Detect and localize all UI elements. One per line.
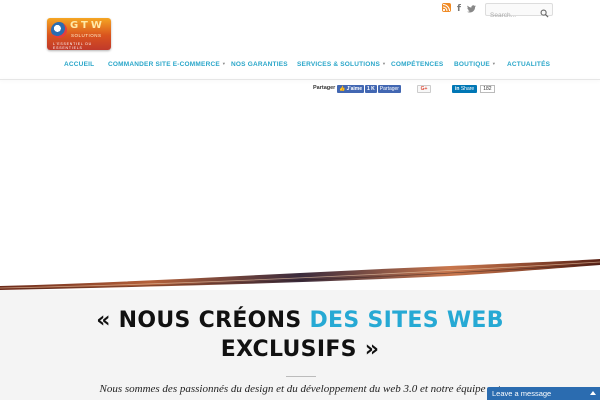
nav-item-commander[interactable]: COMMANDER SITE E-COMMERCE ▼ (108, 61, 226, 68)
search-box (485, 3, 553, 21)
headline-part-2: EXCLUSIFS » (220, 337, 380, 362)
search-input[interactable] (486, 10, 538, 21)
facebook-like-count: 1 K (365, 85, 377, 93)
nav-item-boutique[interactable]: BOUTIQUE ▼ (454, 61, 496, 68)
nav-item-competences[interactable]: COMPÉTENCES (391, 61, 443, 68)
nav-item-services[interactable]: SERVICES & SOLUTIONS ▼ (297, 61, 386, 68)
twitter-icon[interactable] (466, 3, 476, 14)
nav-label: NOS GARANTIES (231, 61, 288, 68)
nav-item-accueil[interactable]: ACCUEIL (64, 61, 94, 68)
linkedin-icon: in (455, 86, 460, 92)
nav-label: ACTUALITÉS (507, 61, 551, 68)
headline-divider (286, 376, 316, 377)
chevron-down-icon: ▼ (221, 61, 227, 66)
logo-subtitle: SOLUTIONS (71, 33, 102, 38)
headline-accent: DES SITES WEB (309, 308, 504, 333)
facebook-like-widget: 👍 J'aime 1 K Partager (337, 85, 402, 93)
linkedin-share-button[interactable]: in Share (452, 85, 478, 93)
site-logo[interactable]: GTW SOLUTIONS L'ESSENTIEL DU ESSENTIELS (47, 18, 111, 50)
search-icon[interactable] (540, 5, 549, 18)
nav-item-actualites[interactable]: ACTUALITÉS (507, 61, 550, 68)
page: f GTW SOLUTIONS L'ESSENTIEL DU ESSENTIEL… (0, 0, 600, 400)
nav-label: SERVICES & SOLUTIONS (297, 61, 380, 68)
headline-part-1: « NOUS CRÉONS (96, 308, 302, 333)
linkedin-share-count: 182 (480, 85, 495, 93)
fb-like-text: J'aime (346, 86, 362, 92)
facebook-icon[interactable]: f (455, 3, 463, 14)
logo-letters: GTW (70, 20, 105, 31)
google-plus-button[interactable]: G+ (417, 85, 431, 93)
nav-label: BOUTIQUE (454, 61, 490, 68)
linkedin-share-widget: in Share 182 (452, 85, 495, 93)
nav-label: COMMANDER SITE E-COMMERCE (108, 61, 220, 68)
logo-tagline: L'ESSENTIEL DU ESSENTIELS (53, 42, 92, 50)
nav-label: COMPÉTENCES (391, 61, 444, 68)
nav-divider (0, 79, 600, 80)
logo-emblem-icon (51, 22, 67, 38)
hero-headline: « NOUS CRÉONS DES SITES WEB EXCLUSIFS » (0, 306, 600, 364)
banner-wave-image (0, 259, 600, 290)
facebook-share-button[interactable]: Partager (377, 85, 401, 93)
live-chat-widget[interactable]: Leave a message (487, 387, 600, 400)
nav-label: ACCUEIL (64, 61, 95, 68)
main-navigation: ACCUEIL COMMANDER SITE E-COMMERCE ▼ NOS G… (0, 57, 600, 79)
linkedin-share-label: Share (460, 86, 475, 92)
fb-count: 1 (367, 86, 370, 92)
share-label: Partager (313, 85, 336, 91)
nav-item-garanties[interactable]: NOS GARANTIES (231, 61, 288, 68)
chevron-up-icon (590, 391, 596, 395)
chevron-down-icon: ▼ (381, 61, 387, 66)
top-bar: f (0, 0, 600, 21)
chat-label: Leave a message (492, 389, 552, 398)
hero-section: « NOUS CRÉONS DES SITES WEB EXCLUSIFS » … (0, 290, 600, 400)
facebook-like-button[interactable]: 👍 J'aime (337, 85, 364, 93)
fb-count-unit: K (371, 86, 375, 92)
rss-icon[interactable] (442, 3, 451, 12)
chevron-down-icon: ▼ (491, 61, 497, 66)
